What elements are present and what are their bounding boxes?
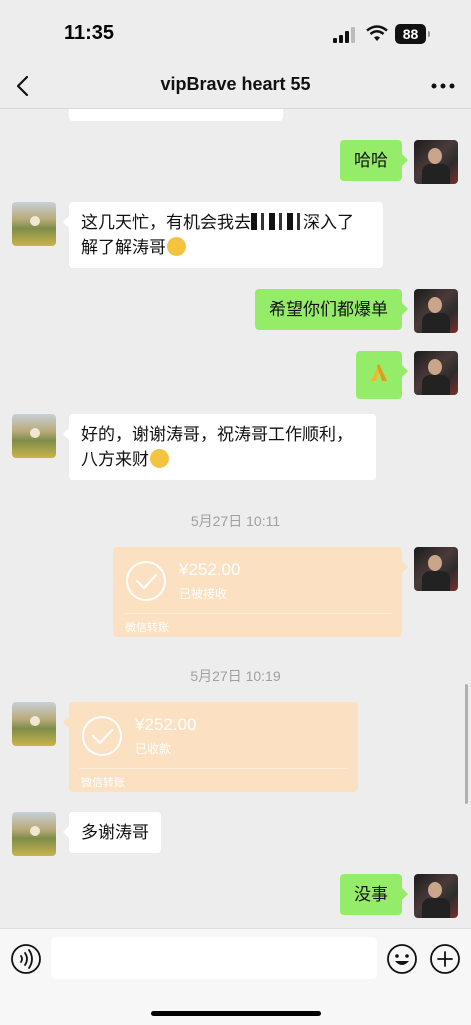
chat-title: vipBrave heart 55 [160,74,311,94]
message-bubble[interactable]: 好的，谢谢涛哥，祝涛哥工作顺利， 八方来财 [63,414,376,480]
transfer-amount: ¥252.00 [135,715,197,734]
divider [79,768,348,769]
input-bar [0,928,471,1025]
message-text: 多谢涛哥 [81,823,149,842]
message-text: 解了解涛哥 [81,238,166,257]
message-bubble[interactable]: 没事 [340,874,408,915]
scrollbar[interactable] [465,684,468,804]
contact-avatar[interactable] [12,812,56,856]
message-bubble[interactable]: 哈哈 [340,140,408,181]
message-text: 没事 [354,885,388,904]
voice-icon[interactable] [10,943,42,975]
transfer-card[interactable]: ¥252.00 已收款 微信转账 [63,702,358,792]
more-icon[interactable] [431,82,455,90]
my-avatar[interactable] [414,547,458,591]
transfer-status: 已被接收 [179,587,228,601]
transfer-status: 已收款 [135,742,172,756]
message-bubble[interactable]: 希望你们都爆单 [255,289,408,330]
my-avatar[interactable] [414,874,458,918]
check-icon [82,716,122,756]
contact-avatar[interactable] [12,702,56,746]
message-text: 哈哈 [354,151,388,170]
my-avatar[interactable] [414,140,458,184]
chat-header: vipBrave heart 55 [0,64,471,109]
divider [123,613,392,614]
grimacing-emoji-icon [167,237,186,256]
contact-avatar[interactable] [12,202,56,246]
message-text: 好的，谢谢涛哥，祝涛哥工作顺利， [81,425,353,444]
status-time: 11:35 [64,22,115,44]
my-avatar[interactable] [414,351,458,395]
chat-message-list[interactable]: 哈哈 这几天忙，有机会我去 深入了 解了解涛哥 希望你们都爆单 好的，谢谢涛哥，祝… [0,109,471,928]
message-text: 八方来财 [81,450,149,469]
redacted-text [251,213,303,230]
check-icon [126,561,166,601]
party-face-emoji-icon [150,449,169,468]
battery-indicator: 88 [395,24,430,44]
message-bubble[interactable]: 这几天忙，有机会我去 深入了 解了解涛哥 [63,202,383,268]
my-avatar[interactable] [414,289,458,333]
message-bubble[interactable]: 多谢涛哥 [63,812,161,853]
plus-icon[interactable] [429,943,461,975]
message-input[interactable] [51,937,377,979]
home-indicator [151,1011,321,1016]
timestamp: 5月27日 10:19 [190,668,281,684]
transfer-label: 微信转账 [81,777,125,789]
transfer-label: 微信转账 [125,622,169,634]
emoji-icon[interactable] [386,943,418,975]
cellular-signal-icon [333,27,355,43]
message-text: 希望你们都爆单 [269,300,388,319]
timestamp: 5月27日 10:11 [190,513,281,529]
transfer-card[interactable]: ¥252.00 已被接收 微信转账 [113,547,408,637]
hands-emoji-icon [371,364,387,381]
message-bubble[interactable] [356,351,408,399]
status-bar: 11:35 88 [0,0,471,64]
message-text: 这几天忙，有机会我去 [81,213,251,232]
message-text: 深入了 [303,213,354,232]
contact-avatar[interactable] [12,414,56,458]
transfer-amount: ¥252.00 [179,560,241,579]
wifi-icon [366,25,388,41]
message-bubble-partial[interactable] [69,109,283,121]
